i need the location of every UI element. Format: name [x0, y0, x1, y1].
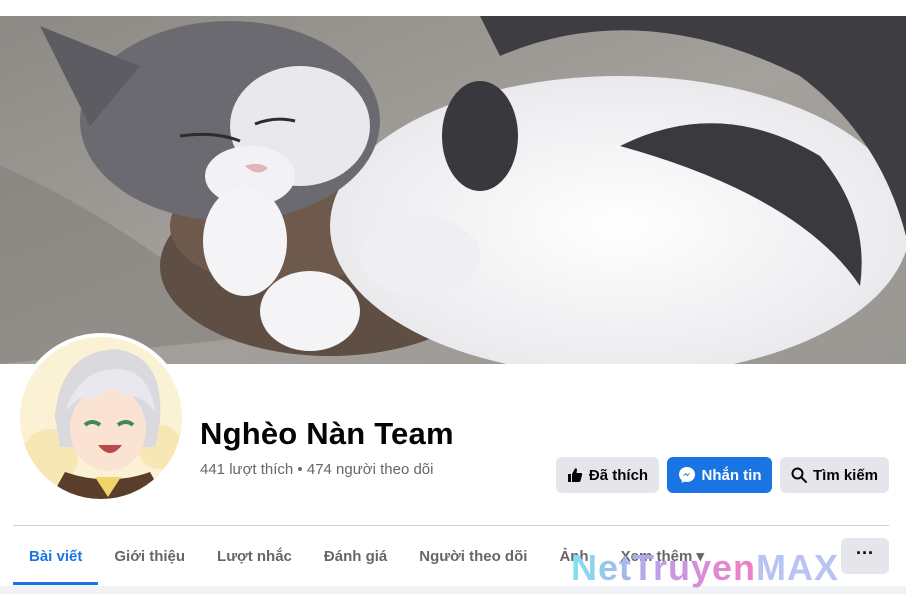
- messenger-icon: [678, 467, 695, 483]
- tab-followers[interactable]: Người theo dõi: [403, 533, 543, 585]
- watermark-part1: NetTruyen: [571, 547, 757, 588]
- header-divider: [13, 525, 889, 526]
- page-title: Nghèo Nàn Team: [200, 416, 454, 451]
- tab-about[interactable]: Giới thiệu: [98, 533, 201, 585]
- search-button[interactable]: Tìm kiếm: [780, 457, 889, 493]
- tab-posts[interactable]: Bài viết: [13, 533, 99, 585]
- page-stats[interactable]: 441 lượt thích • 474 người theo dõi: [200, 461, 433, 478]
- tab-mentions[interactable]: Lượt nhắc: [201, 533, 308, 585]
- profile-avatar[interactable]: [16, 333, 186, 503]
- thumbs-up-icon: [567, 468, 583, 482]
- liked-button-label: Đã thích: [588, 466, 649, 484]
- search-icon: [791, 467, 807, 483]
- message-button[interactable]: Nhắn tin: [667, 457, 772, 493]
- cover-photo[interactable]: [0, 16, 906, 364]
- watermark-logo: NetTruyenMAX: [571, 547, 839, 589]
- tab-reviews[interactable]: Đánh giá: [308, 533, 403, 585]
- search-button-label: Tìm kiếm: [812, 466, 879, 484]
- liked-button[interactable]: Đã thích: [556, 457, 659, 493]
- message-button-label: Nhắn tin: [701, 466, 762, 484]
- top-strip: [0, 0, 906, 16]
- watermark-part2: MAX: [756, 547, 840, 588]
- more-options-button[interactable]: ···: [841, 538, 889, 574]
